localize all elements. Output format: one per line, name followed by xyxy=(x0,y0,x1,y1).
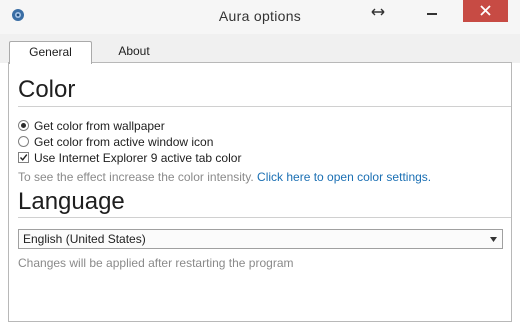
color-section-title: Color xyxy=(18,76,76,103)
radio-selected-icon[interactable] xyxy=(18,120,29,131)
tab-about[interactable]: About xyxy=(101,41,167,63)
language-select-value: English (United States) xyxy=(23,232,146,246)
close-button[interactable] xyxy=(463,0,508,22)
general-panel: Color Get color from wallpaper Get color… xyxy=(8,62,512,322)
color-intensity-hint: To see the effect increase the color int… xyxy=(18,170,431,184)
color-section-divider xyxy=(18,106,511,107)
language-select[interactable]: English (United States) xyxy=(18,229,503,249)
aura-options-window: Aura options General About Color Get col… xyxy=(0,0,520,322)
tab-strip: General About xyxy=(0,34,520,64)
ie9-tab-color-label: Use Internet Explorer 9 active tab color xyxy=(34,151,242,165)
minimize-button[interactable] xyxy=(418,0,446,22)
tab-general[interactable]: General xyxy=(9,41,92,64)
open-color-settings-link[interactable]: Click here to open color settings. xyxy=(257,170,431,184)
checkbox-checked-icon[interactable] xyxy=(18,152,29,163)
resize-icon[interactable] xyxy=(371,5,385,19)
language-section-divider xyxy=(18,217,511,218)
window-icon-color-label: Get color from active window icon xyxy=(34,135,214,149)
title-bar[interactable]: Aura options xyxy=(0,0,520,34)
language-section-title: Language xyxy=(18,188,125,215)
close-icon xyxy=(480,5,491,16)
minimize-icon xyxy=(427,13,437,15)
wallpaper-color-label: Get color from wallpaper xyxy=(34,119,165,133)
radio-unselected-icon[interactable] xyxy=(18,136,29,147)
color-hint-text: To see the effect increase the color int… xyxy=(18,170,254,184)
restart-note: Changes will be applied after restarting… xyxy=(18,256,294,270)
dropdown-arrow-icon[interactable] xyxy=(490,237,497,242)
